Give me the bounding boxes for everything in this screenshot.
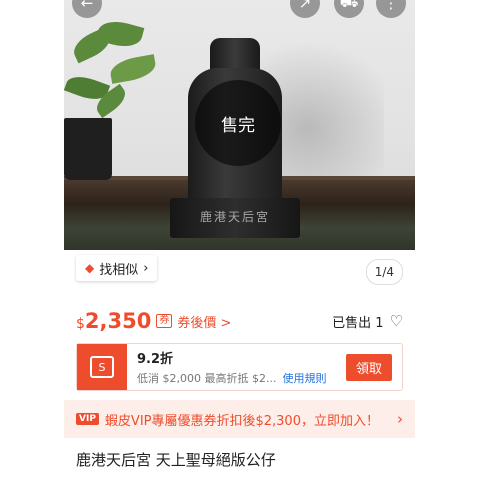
after-coupon-price-link[interactable]: 券後價 > (177, 312, 231, 331)
price-currency: $ (76, 316, 85, 332)
heart-icon[interactable]: ♡ (390, 312, 403, 330)
sold-count: 已售出 1 ♡ (332, 312, 403, 331)
plant-leaf (108, 54, 158, 84)
product-title: 鹿港天后宮 天上聖母絕版公仔 (76, 451, 276, 469)
vip-banner-text: 蝦皮VIP專屬優惠券折扣後$2,300，立即加入！ (104, 413, 379, 429)
voucher-info: 9.2折 低消 $2,000 最高折抵 $2... 使用規則 (127, 348, 346, 386)
back-button[interactable]: ← (72, 0, 102, 18)
price: $2,350 (76, 309, 151, 333)
product-page: 鹿港天后宮 售完 ← ↗ ⛟ ⋮ ◆ 找相似 › 1/4 $2,350 券 券後… (64, 0, 415, 480)
sold-count-text: 已售出 1 (332, 315, 384, 331)
voucher-badge: S (73, 344, 127, 390)
usage-rules-link[interactable]: 使用規則 (282, 372, 326, 385)
back-arrow-icon: ← (80, 0, 94, 12)
soldout-overlay: 售完 (195, 80, 281, 166)
statue-base-text: 鹿港天后宮 (199, 210, 270, 224)
voucher-card: S 9.2折 低消 $2,000 最高折抵 $2... 使用規則 領取 (73, 343, 403, 391)
voucher-description-text: 低消 $2,000 最高折抵 $2... (137, 372, 277, 385)
voucher-discount: 9.2折 (137, 352, 174, 367)
price-row: $2,350 券 券後價 > 已售出 1 ♡ (76, 306, 403, 336)
more-icon: ⋮ (383, 0, 399, 12)
chevron-right-icon: › (397, 410, 403, 428)
find-similar-button[interactable]: ◆ 找相似 › (76, 255, 158, 281)
price-amount: 2,350 (84, 309, 152, 333)
cart-button[interactable]: ⛟ (334, 0, 364, 18)
more-button[interactable]: ⋮ (376, 0, 406, 18)
cart-icon: ⛟ (339, 0, 359, 11)
find-similar-icon: ◆ (85, 261, 95, 275)
voucher-description: 低消 $2,000 最高折抵 $2... 使用規則 (137, 370, 346, 386)
product-image[interactable]: 鹿港天后宮 售完 ← ↗ ⛟ ⋮ (64, 0, 415, 250)
claim-button[interactable]: 領取 (345, 353, 392, 381)
share-button[interactable]: ↗ (290, 0, 320, 18)
shopee-bag-icon: S (90, 356, 114, 378)
image-pager: 1/4 (365, 259, 403, 285)
coupon-icon: 券 (156, 314, 173, 328)
share-icon: ↗ (298, 0, 312, 12)
find-similar-label: 找相似 (99, 262, 139, 278)
vip-icon: VIP (76, 413, 99, 425)
plant-pot (64, 118, 112, 180)
vip-banner[interactable]: VIP 蝦皮VIP專屬優惠券折扣後$2,300，立即加入！ › (64, 400, 415, 438)
chevron-right-icon: › (143, 260, 149, 276)
